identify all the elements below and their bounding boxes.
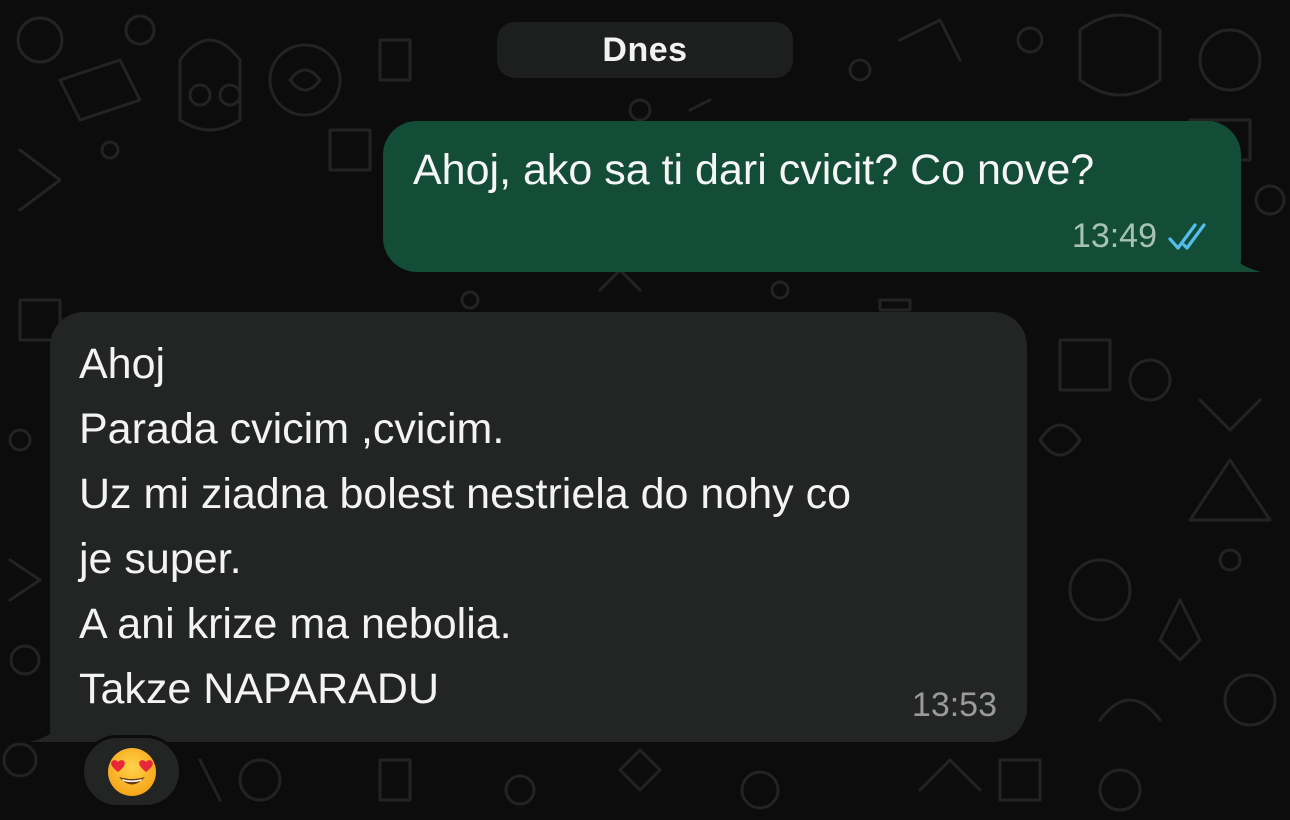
message-text: Ahoj Parada cvicim ,cvicim. Uz mi ziadna… — [79, 332, 851, 722]
heart-eyes-emoji-icon — [107, 747, 156, 796]
incoming-message-bubble[interactable]: Ahoj Parada cvicim ,cvicim. Uz mi ziadna… — [30, 312, 1027, 742]
message-reaction[interactable] — [81, 735, 182, 808]
message-line: Ahoj — [79, 340, 166, 388]
message-line: A ani krize ma nebolia. — [79, 600, 512, 648]
date-separator: Dnes — [497, 22, 793, 78]
message-line: je super. — [79, 535, 242, 583]
bubble-tail-icon — [30, 702, 70, 742]
double-check-read-icon — [1168, 222, 1206, 250]
chat-view: Dnes Ahoj, ako sa ti dari cvicit? Co nov… — [0, 0, 1290, 820]
bubble-tail-icon — [1221, 232, 1261, 272]
outgoing-message-bubble[interactable]: Ahoj, ako sa ti dari cvicit? Co nove? 13… — [383, 121, 1261, 272]
message-meta: 13:49 — [1072, 217, 1213, 256]
message-time: 13:49 — [1071, 217, 1157, 255]
message-time: 13:53 — [911, 686, 997, 724]
message-text: Ahoj, ako sa ti dari cvicit? Co nove? — [413, 146, 1095, 194]
message-line: Takze NAPARADU — [79, 665, 440, 713]
message-line: Parada cvicim ,cvicim. — [79, 405, 505, 453]
message-line: Uz mi ziadna bolest nestriela do nohy co — [79, 470, 852, 518]
